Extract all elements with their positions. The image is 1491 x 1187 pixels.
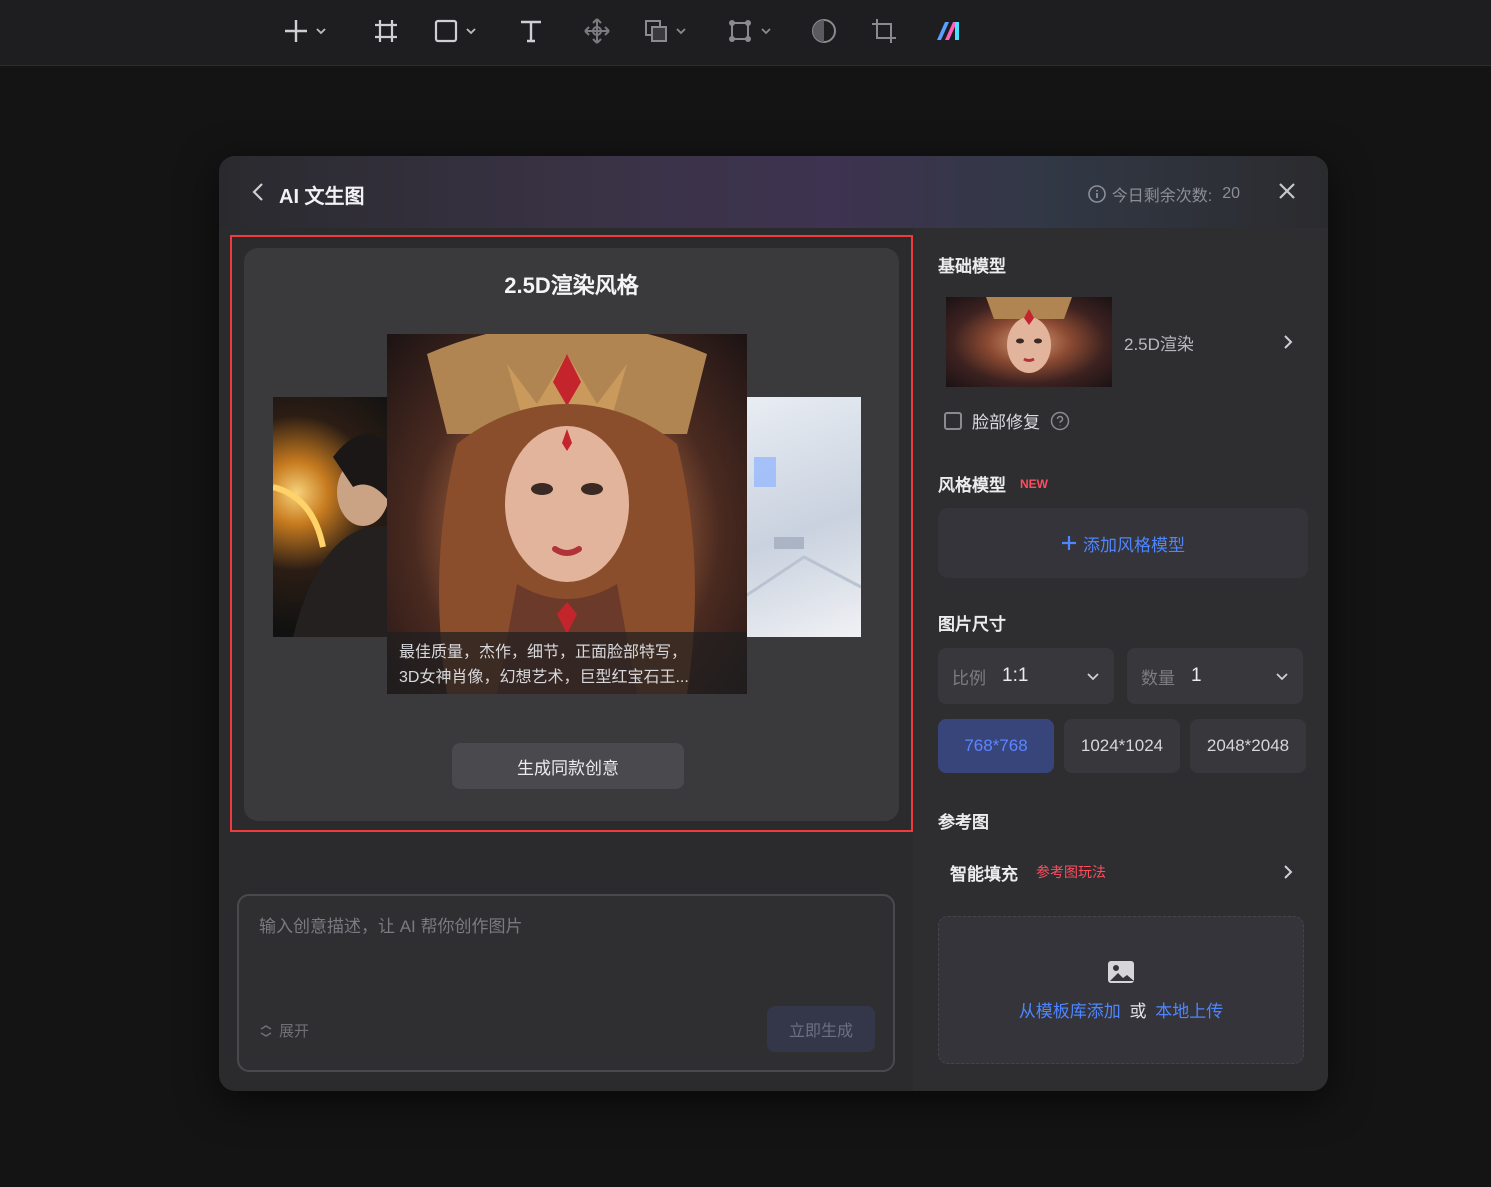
dialog-title: AI 文生图 <box>279 186 365 208</box>
expand-label: 展开 <box>279 1023 310 1040</box>
quota-label: 今日剩余次数: <box>1111 188 1213 205</box>
size-option-2048[interactable]: 2048*2048 <box>1190 719 1306 773</box>
example-image-right[interactable] <box>743 397 862 637</box>
frame-icon <box>375 20 397 42</box>
ai-tool[interactable] <box>935 14 965 48</box>
smart-fill-tag: 参考图玩法 <box>1036 864 1106 880</box>
add-style-model-button[interactable]: 添加风格模型 <box>938 508 1308 578</box>
help-icon[interactable] <box>1050 411 1070 431</box>
smart-fill-row[interactable]: 智能填充 参考图玩法 <box>938 844 1308 900</box>
shape-tool[interactable] <box>433 14 477 48</box>
move-icon <box>584 18 610 44</box>
close-icon[interactable] <box>1276 180 1298 202</box>
base-model-title: 基础模型 <box>938 257 1006 276</box>
chevron-down-icon <box>1276 673 1288 681</box>
dialog-header: AI 文生图 今日剩余次数: 20 <box>219 156 1328 228</box>
add-tool[interactable] <box>283 14 327 48</box>
ratio-select[interactable]: 比例 1:1 <box>938 648 1114 704</box>
mask-icon <box>812 19 836 43</box>
boolean-tool[interactable] <box>643 14 687 48</box>
quota-value: 20 <box>1222 185 1240 202</box>
upload-or-text: 或 <box>1129 1002 1147 1021</box>
info-icon <box>1087 185 1106 203</box>
expand-toggle[interactable]: 展开 <box>259 1020 309 1041</box>
image-icon <box>1108 961 1134 983</box>
plus-icon <box>285 20 307 42</box>
chevron-down-icon <box>316 28 326 35</box>
face-fix-option[interactable]: 脸部修复 <box>944 408 1070 433</box>
size-option-768[interactable]: 768*768 <box>938 719 1054 773</box>
isometric-illustration <box>743 457 862 599</box>
upload-prompt: 从模板库添加 或 本地上传 <box>939 997 1303 1022</box>
size-option-1024[interactable]: 1024*1024 <box>1064 719 1180 773</box>
example-image-left[interactable] <box>273 397 391 637</box>
generate-same-button[interactable]: 生成同款创意 <box>452 743 684 789</box>
chevron-right-icon <box>1284 335 1293 349</box>
style-model-title: 风格模型 <box>938 476 1006 495</box>
local-upload-link[interactable]: 本地上传 <box>1155 1002 1223 1021</box>
ratio-value: 1:1 <box>1002 665 1029 686</box>
move-tool[interactable] <box>583 14 611 48</box>
reference-upload-area[interactable]: 从模板库添加 或 本地上传 <box>938 916 1304 1064</box>
frame-tool[interactable] <box>373 14 399 48</box>
text-icon <box>521 20 541 43</box>
text-tool[interactable] <box>518 14 544 48</box>
rectangle-icon <box>434 19 458 43</box>
face-fix-label: 脸部修复 <box>972 413 1040 432</box>
example-image-main[interactable]: 最佳质量，杰作，细节，正面脸部特写， 3D女神肖像，幻想艺术，巨型红宝石王... <box>387 334 747 694</box>
goddess-thumbnail <box>986 297 1072 373</box>
chevron-down-icon <box>761 28 771 35</box>
prompt-caption: 最佳质量，杰作，细节，正面脸部特写， 3D女神肖像，幻想艺术，巨型红宝石王... <box>387 632 747 694</box>
crop-tool[interactable] <box>870 14 898 48</box>
image-size-title: 图片尺寸 <box>938 615 1006 634</box>
style-model-heading: 风格模型 NEW <box>938 471 1048 496</box>
highlight-frame: 2.5D渲染风格 最佳质量，杰作，细节，正面脸部特写， 3D女神肖像，幻想艺术，… <box>230 235 913 832</box>
caption-line-2: 3D女神肖像，幻想艺术，巨型红宝石王... <box>399 669 689 686</box>
base-model-name: 2.5D渲染 <box>1124 334 1194 354</box>
back-icon[interactable] <box>247 180 269 204</box>
chevron-down-icon <box>676 28 686 35</box>
count-select[interactable]: 数量 1 <box>1127 648 1303 704</box>
mask-tool[interactable] <box>810 14 838 48</box>
base-model-thumbnail <box>946 297 1112 387</box>
count-label: 数量 <box>1141 668 1175 688</box>
add-style-label: 添加风格模型 <box>1083 535 1185 555</box>
ai-logo-icon <box>937 22 959 40</box>
top-toolbar <box>0 0 1491 66</box>
smart-fill-label: 智能填充 <box>950 864 1018 884</box>
preview-title: 2.5D渲染风格 <box>504 273 639 298</box>
count-value: 1 <box>1191 665 1202 686</box>
chevron-down-icon <box>466 28 476 35</box>
reference-title: 参考图 <box>938 813 989 832</box>
chevron-down-icon <box>1087 673 1099 681</box>
new-badge: NEW <box>1020 476 1048 491</box>
generate-now-button[interactable]: 立即生成 <box>767 1006 875 1052</box>
expand-icon <box>260 1024 272 1037</box>
daily-quota: 今日剩余次数: 20 <box>1087 182 1240 206</box>
plus-icon <box>1062 536 1076 550</box>
ai-text-to-image-dialog: AI 文生图 今日剩余次数: 20 2.5D渲染风格 最佳质量，杰作，细节，正面… <box>219 156 1328 1091</box>
add-from-template-link[interactable]: 从模板库添加 <box>1019 1002 1121 1021</box>
prompt-box: 展开 立即生成 <box>237 894 895 1072</box>
ratio-label: 比例 <box>952 668 986 688</box>
style-preview-card: 2.5D渲染风格 最佳质量，杰作，细节，正面脸部特写， 3D女神肖像，幻想艺术，… <box>244 248 899 821</box>
layers-icon <box>645 20 667 42</box>
base-model-selector[interactable]: 2.5D渲染 <box>938 290 1308 394</box>
component-tool[interactable] <box>726 14 772 48</box>
caption-line-1: 最佳质量，杰作，细节，正面脸部特写， <box>399 644 688 661</box>
prompt-input[interactable] <box>259 912 869 992</box>
warrior-illustration <box>273 434 391 637</box>
chevron-right-icon <box>1284 865 1293 879</box>
crop-icon <box>872 19 896 43</box>
face-fix-checkbox[interactable] <box>944 411 962 430</box>
component-icon <box>729 20 751 42</box>
